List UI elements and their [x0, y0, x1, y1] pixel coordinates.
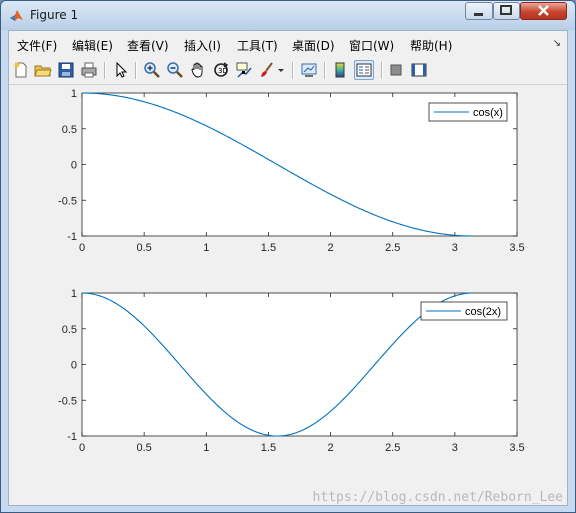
toolbar-separator [381, 62, 383, 79]
axes-2: 0 0.5 1 1.5 2 2.5 3 3.5 1 0.5 0 -0.5 -1 cos(2x) [58, 288, 525, 454]
x-tick-label: 2.5 [385, 242, 400, 254]
figure-toolbar: 3D [9, 57, 567, 85]
legend-label: cos(2x) [465, 306, 501, 318]
x-tick-label: 0 [79, 242, 85, 254]
axes-1: 0 0.5 1 1.5 2 2.5 3 3.5 1 0.5 0 -0.5 -1 cos(x) [58, 88, 525, 254]
x-tick-label: 0.5 [136, 442, 151, 454]
toolbar-separator [292, 62, 294, 79]
y-tick-label: 0 [71, 360, 77, 372]
menu-file[interactable]: 文件(F) [17, 37, 57, 54]
x-tick-label: 3 [452, 442, 458, 454]
y-tick-label: -0.5 [58, 195, 77, 207]
edit-plot-icon[interactable] [112, 61, 130, 79]
colorbar-icon[interactable] [331, 61, 349, 79]
x-tick-label: 0.5 [136, 242, 151, 254]
y-tick-label: 1 [71, 88, 77, 100]
menu-desktop[interactable]: 桌面(D) [292, 37, 335, 54]
brush-icon[interactable] [258, 61, 276, 79]
x-tick-label: 0 [79, 442, 85, 454]
menu-help[interactable]: 帮助(H) [410, 37, 452, 54]
plots-svg: 0 0.5 1 1.5 2 2.5 3 3.5 1 0.5 0 -0.5 -1 cos(x) 0 0.5 1 1.… [58, 88, 564, 505]
minimize-button[interactable] [465, 2, 493, 20]
show-plot-tools-icon[interactable] [410, 61, 428, 79]
close-icon [538, 5, 549, 16]
link-plot-icon[interactable] [300, 61, 318, 79]
x-tick-label: 1.5 [261, 442, 276, 454]
save-icon[interactable] [57, 61, 75, 79]
y-tick-label: 0.5 [62, 324, 77, 336]
maximize-button[interactable] [493, 2, 520, 20]
menubar-overflow-icon[interactable]: ↘ [553, 38, 561, 49]
new-figure-icon[interactable] [12, 61, 30, 79]
matlab-app-icon [10, 10, 23, 21]
pan-icon[interactable] [189, 61, 207, 79]
open-file-icon[interactable] [34, 61, 52, 79]
y-tick-label: 0 [71, 160, 77, 172]
menu-bar: 文件(F) 编辑(E) 查看(V) 插入(I) 工具(T) 桌面(D) 窗口(W… [9, 31, 567, 57]
x-tick-label: 3.5 [509, 242, 524, 254]
maximize-icon [500, 5, 512, 15]
close-button[interactable] [520, 2, 567, 20]
title-bar[interactable]: Figure 1 [1, 1, 575, 30]
print-icon[interactable] [80, 61, 98, 79]
x-tick-label: 3 [452, 242, 458, 254]
menu-tools[interactable]: 工具(T) [237, 37, 278, 54]
menu-insert[interactable]: 插入(I) [184, 37, 221, 54]
figure-canvas: 0 0.5 1 1.5 2 2.5 3 3.5 1 0.5 0 -0.5 -1 cos(x) 0 0.5 1 1.… [9, 85, 567, 505]
y-tick-label: 1 [71, 288, 77, 300]
x-tick-label: 3.5 [509, 442, 524, 454]
zoom-in-icon[interactable] [143, 61, 161, 79]
rotate-3d-icon[interactable]: 3D [212, 61, 230, 79]
figure-window: Figure 1 文件(F) 编辑(E) 查看(V) 插入(I) 工具(T) 桌… [0, 0, 576, 513]
figure-client-area: 文件(F) 编辑(E) 查看(V) 插入(I) 工具(T) 桌面(D) 窗口(W… [8, 30, 568, 506]
y-tick-label: -1 [67, 431, 77, 443]
x-tick-label: 1.5 [261, 242, 276, 254]
watermark-text: https://blog.csdn.net/Reborn_Lee [313, 490, 564, 505]
zoom-out-icon[interactable] [166, 61, 184, 79]
x-tick-label: 2 [328, 242, 334, 254]
legend-icon[interactable] [354, 60, 374, 80]
menu-window[interactable]: 窗口(W) [349, 37, 394, 54]
y-tick-label: 0.5 [62, 124, 77, 136]
minimize-icon [474, 13, 483, 16]
toolbar-separator [324, 62, 326, 79]
data-cursor-icon[interactable] [235, 61, 253, 79]
brush-dropdown-icon[interactable] [277, 61, 285, 79]
y-tick-label: -1 [67, 231, 77, 243]
menu-view[interactable]: 查看(V) [127, 37, 169, 54]
legend-label: cos(x) [473, 107, 503, 119]
window-title: Figure 1 [30, 8, 79, 22]
toolbar-separator [135, 62, 137, 79]
x-tick-label: 1 [203, 442, 209, 454]
x-tick-label: 1 [203, 242, 209, 254]
menu-edit[interactable]: 编辑(E) [72, 37, 113, 54]
y-tick-label: -0.5 [58, 395, 77, 407]
svg-text:3D: 3D [218, 67, 228, 75]
toolbar-separator [104, 62, 106, 79]
hide-plot-tools-icon[interactable] [387, 61, 405, 79]
x-tick-label: 2.5 [385, 442, 400, 454]
x-tick-label: 2 [328, 442, 334, 454]
